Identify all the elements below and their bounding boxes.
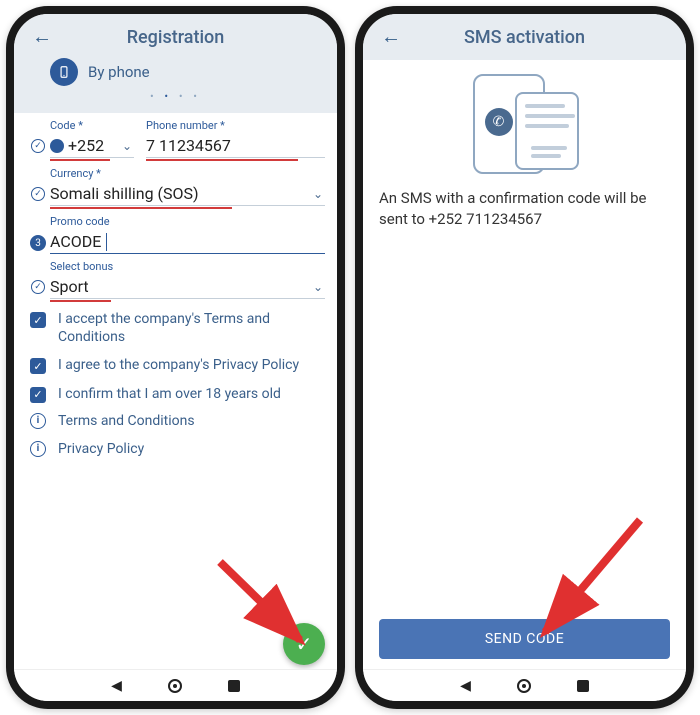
privacy-link[interactable]: i Privacy Policy — [30, 441, 325, 457]
globe-icon — [50, 139, 64, 153]
currency-label: Currency * — [50, 167, 325, 180]
phone-label: Phone number * — [146, 119, 325, 132]
nav-back-icon[interactable]: ◀ — [460, 678, 471, 694]
chevron-down-icon: ⌄ — [313, 280, 323, 294]
underline — [50, 207, 232, 209]
chevron-down-icon: ⌄ — [313, 187, 323, 201]
terms-link-text: Terms and Conditions — [58, 413, 195, 429]
phone-call-icon: ✆ — [485, 108, 513, 136]
sms-body: ✆ An SMS with a confirmation code will b… — [363, 60, 686, 669]
country-code-value: +252 — [68, 136, 104, 155]
header: ← SMS activation — [363, 14, 686, 60]
bonus-value: Sport — [50, 277, 89, 296]
promo-label: Promo code — [50, 215, 325, 228]
nav-home-icon[interactable] — [517, 679, 531, 693]
privacy-checkbox-row[interactable]: ✓ I agree to the company's Privacy Polic… — [30, 356, 325, 374]
page-title: SMS activation — [464, 27, 585, 48]
registration-screen: ← Registration By phone • • • • ✓ Code *… — [6, 6, 345, 709]
underline — [50, 159, 110, 161]
by-phone-label: By phone — [88, 63, 150, 81]
sms-illustration: ✆ — [465, 74, 585, 174]
underline — [50, 300, 111, 302]
send-code-button[interactable]: SEND CODE — [379, 619, 670, 659]
step-number-badge: 3 — [30, 235, 46, 251]
promo-value: ACODE — [50, 232, 101, 251]
nav-recent-icon[interactable] — [228, 680, 240, 692]
header: ← Registration By phone • • • • — [14, 14, 337, 113]
phone-icon — [50, 58, 78, 86]
chevron-down-icon: ⌄ — [122, 139, 132, 153]
submit-fab[interactable]: ✓ — [283, 623, 325, 665]
country-code-select[interactable]: +252 ⌄ — [50, 134, 134, 158]
code-label: Code * — [50, 119, 134, 132]
terms-link[interactable]: i Terms and Conditions — [30, 413, 325, 429]
age-checkbox-row[interactable]: ✓ I confirm that I am over 18 years old — [30, 385, 325, 403]
terms-text: I accept the company's Terms and Conditi… — [58, 310, 325, 346]
step-check-icon: ✓ — [31, 139, 45, 153]
android-navbar: ◀ — [14, 669, 337, 701]
phone-input[interactable]: 7 11234567 — [146, 134, 325, 158]
back-icon[interactable]: ← — [32, 24, 52, 49]
currency-value: Somali shilling (SOS) — [50, 184, 199, 203]
currency-select[interactable]: Somali shilling (SOS) ⌄ — [50, 182, 325, 206]
page-title: Registration — [127, 27, 225, 48]
sms-activation-screen: ← SMS activation ✆ An SMS with a confirm… — [355, 6, 694, 709]
check-icon: ✓ — [296, 632, 313, 656]
checkbox-checked-icon[interactable]: ✓ — [30, 358, 46, 374]
promo-input[interactable]: ACODE — [50, 230, 325, 254]
step-check-icon: ✓ — [31, 187, 45, 201]
info-icon: i — [30, 413, 46, 429]
privacy-link-text: Privacy Policy — [58, 441, 144, 457]
bonus-select[interactable]: Sport ⌄ — [50, 275, 325, 299]
nav-back-icon[interactable]: ◀ — [111, 678, 122, 694]
sms-message: An SMS with a confirmation code will be … — [379, 188, 670, 230]
bonus-label: Select bonus — [50, 260, 325, 273]
phone-value: 7 11234567 — [146, 136, 231, 155]
privacy-text: I agree to the company's Privacy Policy — [58, 356, 299, 374]
page-dots: • • • • — [24, 90, 327, 107]
send-code-label: SEND CODE — [485, 631, 564, 647]
underline — [146, 159, 298, 161]
by-phone-tab[interactable]: By phone — [50, 58, 327, 86]
text-caret — [106, 233, 107, 251]
checkbox-checked-icon[interactable]: ✓ — [30, 312, 46, 328]
android-navbar: ◀ — [363, 669, 686, 701]
back-icon[interactable]: ← — [381, 24, 401, 49]
checkbox-checked-icon[interactable]: ✓ — [30, 387, 46, 403]
step-check-icon: ✓ — [31, 280, 45, 294]
registration-form: ✓ Code * +252 ⌄ Phone number * 7 1123456… — [14, 113, 337, 669]
nav-home-icon[interactable] — [168, 679, 182, 693]
age-text: I confirm that I am over 18 years old — [58, 385, 281, 403]
terms-checkbox-row[interactable]: ✓ I accept the company's Terms and Condi… — [30, 310, 325, 346]
info-icon: i — [30, 441, 46, 457]
nav-recent-icon[interactable] — [577, 680, 589, 692]
